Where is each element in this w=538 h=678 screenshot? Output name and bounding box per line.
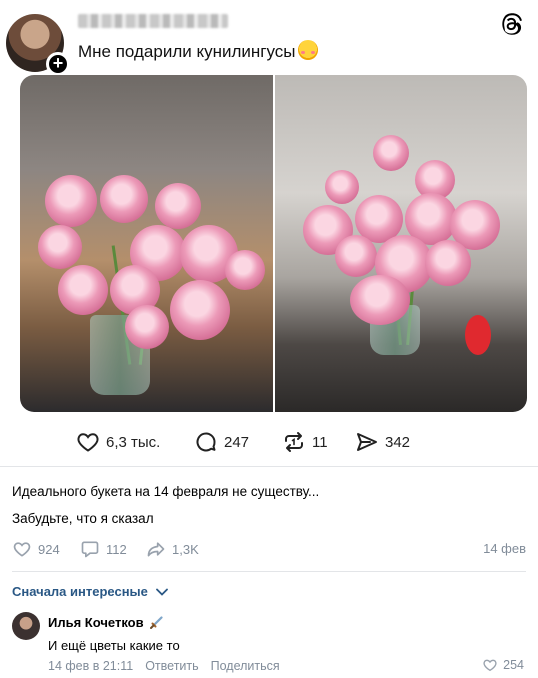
threads-logo-icon — [502, 13, 522, 35]
plus-icon[interactable]: + — [46, 52, 70, 76]
blurred-username — [78, 14, 228, 28]
smiling-face-with-hearts-emoji-icon — [297, 40, 318, 60]
chevron-down-icon — [155, 588, 168, 596]
comment-meta: 14 фев в 21:11 Ответить Поделиться — [48, 659, 280, 673]
bouquet-photo-right[interactable] — [274, 75, 527, 412]
vk-post-text-line-1: Идеального букета на 14 февраля не сущес… — [12, 484, 320, 499]
divider — [0, 466, 538, 467]
reply-button[interactable]: 247 — [194, 430, 249, 454]
threads-post-text-label: Мне подарили кунилингусы — [78, 42, 296, 61]
threads-post-text: Мне подарили кунилингусы — [78, 40, 318, 62]
repost-button[interactable]: 11 — [282, 430, 328, 454]
repost-icon — [285, 432, 303, 452]
vk-comment-count: 112 — [106, 541, 127, 557]
vk-post-text-line-2: Забудьте, что я сказал — [12, 511, 154, 526]
vk-comment-button[interactable]: 112 — [80, 539, 127, 559]
comment-like-button[interactable]: 254 — [482, 657, 524, 673]
heart-icon — [77, 433, 99, 452]
comment-author-avatar[interactable] — [12, 612, 40, 640]
comment-author-name: Илья Кочетков — [48, 615, 144, 630]
send-icon — [357, 433, 377, 451]
vk-post-stats: 924 112 1,3K 14 фев — [12, 538, 526, 560]
vk-like-button[interactable]: 924 — [12, 539, 60, 559]
sword-icon — [149, 615, 163, 629]
comment-reply-link[interactable]: Ответить — [145, 659, 198, 673]
share-button[interactable]: 342 — [355, 430, 410, 454]
threads-actions-bar: 6,3 тыс. 247 11 342 — [0, 426, 538, 460]
reply-count: 247 — [224, 433, 250, 451]
photo-carousel[interactable] — [20, 75, 527, 412]
vk-post-date[interactable]: 14 фев — [483, 541, 526, 556]
share-count: 342 — [385, 433, 411, 451]
comment-text: И ещё цветы какие то — [48, 638, 180, 653]
threads-author-avatar[interactable]: + — [6, 14, 70, 76]
vk-share-count: 1,3K — [172, 541, 199, 557]
comment-time[interactable]: 14 фев в 21:11 — [48, 659, 133, 673]
comment-sort-dropdown[interactable]: Сначала интересные — [12, 584, 168, 599]
vk-like-count: 924 — [38, 541, 60, 557]
comment-share-link[interactable]: Поделиться — [211, 659, 280, 673]
share-icon — [147, 542, 165, 557]
like-count: 6,3 тыс. — [106, 433, 161, 451]
vk-share-button[interactable]: 1,3K — [146, 539, 199, 559]
heart-icon — [13, 542, 31, 557]
like-button[interactable]: 6,3 тыс. — [76, 430, 160, 454]
heart-icon — [483, 659, 497, 672]
repost-count: 11 — [312, 433, 328, 451]
bouquet-photo-left[interactable] — [20, 75, 273, 412]
comment-icon — [81, 541, 99, 558]
comment-author[interactable]: Илья Кочетков — [48, 615, 163, 630]
sort-label: Сначала интересные — [12, 584, 148, 599]
comment-like-count: 254 — [503, 658, 524, 672]
threads-post-screenshot: + Мне подарили кунилингусы 6,3 тыс. 247 … — [0, 0, 538, 466]
reply-icon — [196, 432, 216, 452]
divider — [12, 571, 526, 572]
